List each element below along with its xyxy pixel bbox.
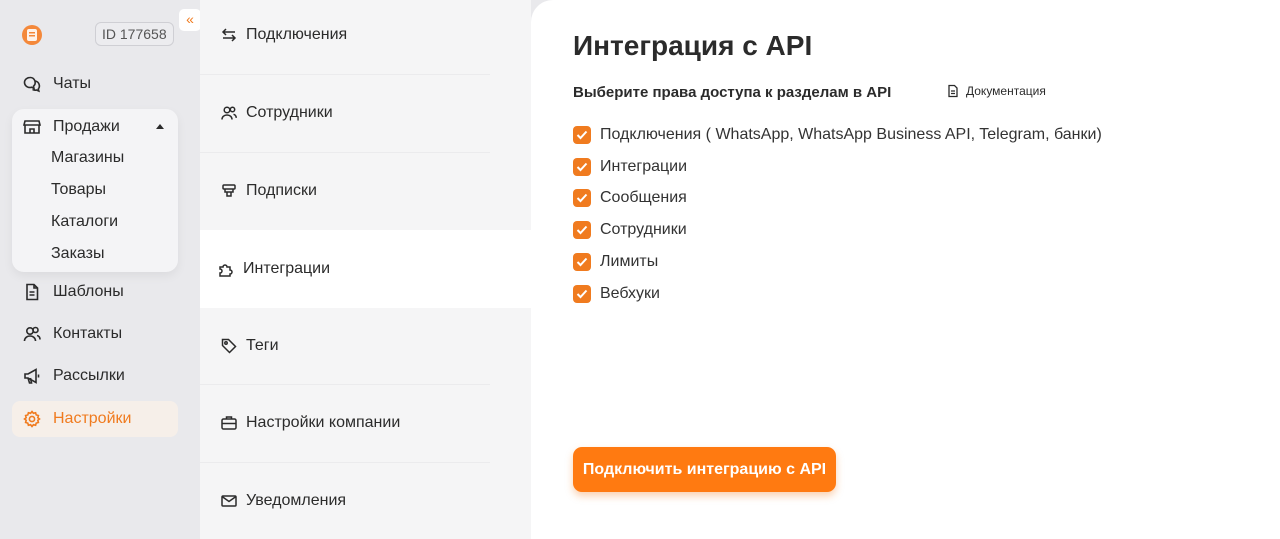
main-sidebar: ID 177658 « Чаты Продажи Магазины Товары… xyxy=(0,0,201,539)
permission-messages[interactable]: Сообщения xyxy=(573,189,687,207)
nav-item-label: Чаты xyxy=(53,75,92,92)
gear-icon xyxy=(22,409,42,429)
chevron-up-icon xyxy=(156,124,164,129)
nav-item-mailings[interactable]: Рассылки xyxy=(12,358,178,394)
permission-webhooks[interactable]: Вебхуки xyxy=(573,285,660,303)
checkbox-checked[interactable] xyxy=(573,253,591,271)
tag-icon xyxy=(220,337,238,355)
api-integration-panel: Интеграция с API Выберите права доступа … xyxy=(531,0,1280,539)
document-icon xyxy=(22,282,42,302)
document-icon xyxy=(946,84,960,98)
permissions-heading: Выберите права доступа к разделам в API xyxy=(573,84,892,101)
permission-employees[interactable]: Сотрудники xyxy=(573,221,687,239)
settings-item-label: Подписки xyxy=(246,182,317,199)
store-icon xyxy=(22,117,42,137)
checkbox-checked[interactable] xyxy=(573,189,591,207)
checkbox-checked[interactable] xyxy=(573,285,591,303)
settings-item-label: Сотрудники xyxy=(246,104,333,121)
nav-group-sales: Продажи Магазины Товары Каталоги Заказы xyxy=(12,109,178,272)
nav-item-chats[interactable]: Чаты xyxy=(12,66,178,102)
users-icon xyxy=(220,104,238,122)
permission-label: Лимиты xyxy=(600,253,659,270)
nav-item-label: Контакты xyxy=(53,325,123,342)
nav-item-label: Настройки xyxy=(53,410,132,427)
permission-label: Подключения ( WhatsApp, WhatsApp Busines… xyxy=(600,126,1102,143)
nav-subitem-orders[interactable]: Заказы xyxy=(51,245,104,263)
permission-label: Интеграции xyxy=(600,158,688,175)
settings-item-subscriptions[interactable]: Подписки xyxy=(200,152,531,230)
account-id-badge: ID 177658 xyxy=(95,22,174,46)
nav-subitem-shops[interactable]: Магазины xyxy=(51,149,124,167)
checkbox-checked[interactable] xyxy=(573,158,591,176)
checkbox-checked[interactable] xyxy=(573,126,591,144)
users-icon xyxy=(22,324,42,344)
puzzle-icon xyxy=(217,260,235,278)
permission-label: Сотрудники xyxy=(600,221,687,238)
settings-item-notifications[interactable]: Уведомления xyxy=(200,462,531,539)
settings-item-employees[interactable]: Сотрудники xyxy=(200,74,531,152)
permission-connections[interactable]: Подключения ( WhatsApp, WhatsApp Busines… xyxy=(573,126,1102,144)
settings-item-label: Подключения xyxy=(246,26,348,43)
settings-menu: Подключения Сотрудники Подписки Интеграц… xyxy=(200,0,531,539)
settings-item-integrations[interactable]: Интеграции xyxy=(200,230,531,308)
mail-icon xyxy=(220,492,238,510)
settings-item-label: Теги xyxy=(246,337,279,354)
settings-item-label: Уведомления xyxy=(246,492,347,509)
arrows-icon xyxy=(220,26,238,44)
collapse-sidebar-button[interactable]: « xyxy=(179,9,201,31)
nav-item-sales[interactable]: Продажи xyxy=(12,109,178,145)
connect-api-integration-button[interactable]: Подключить интеграцию с API xyxy=(573,447,836,492)
briefcase-icon xyxy=(220,414,238,432)
documentation-link[interactable]: Документация xyxy=(946,84,1046,98)
chat-icon xyxy=(22,74,42,94)
nav-item-settings[interactable]: Настройки xyxy=(12,401,178,437)
documentation-link-label: Документация xyxy=(966,84,1046,98)
settings-item-connections[interactable]: Подключения xyxy=(200,0,531,74)
nav-item-label: Продажи xyxy=(53,118,120,135)
permission-limits[interactable]: Лимиты xyxy=(573,253,658,271)
nav-item-label: Шаблоны xyxy=(53,283,124,300)
logo-icon[interactable] xyxy=(22,25,42,45)
nav-item-contacts[interactable]: Контакты xyxy=(12,316,178,352)
settings-item-label: Интеграции xyxy=(243,260,331,277)
permission-label: Вебхуки xyxy=(600,285,660,302)
settings-item-tags[interactable]: Теги xyxy=(200,307,531,385)
settings-item-company[interactable]: Настройки компании xyxy=(200,384,531,462)
permission-integrations[interactable]: Интеграции xyxy=(573,158,687,176)
checkbox-checked[interactable] xyxy=(573,221,591,239)
cards-icon xyxy=(220,182,238,200)
nav-subitem-products[interactable]: Товары xyxy=(51,181,106,199)
settings-item-label: Настройки компании xyxy=(246,414,401,431)
nav-item-templates[interactable]: Шаблоны xyxy=(12,274,178,310)
permission-label: Сообщения xyxy=(600,189,687,206)
page-title: Интеграция с API xyxy=(573,30,813,61)
nav-subitem-catalogs[interactable]: Каталоги xyxy=(51,213,118,231)
megaphone-icon xyxy=(22,366,42,386)
nav-item-label: Рассылки xyxy=(53,367,125,384)
